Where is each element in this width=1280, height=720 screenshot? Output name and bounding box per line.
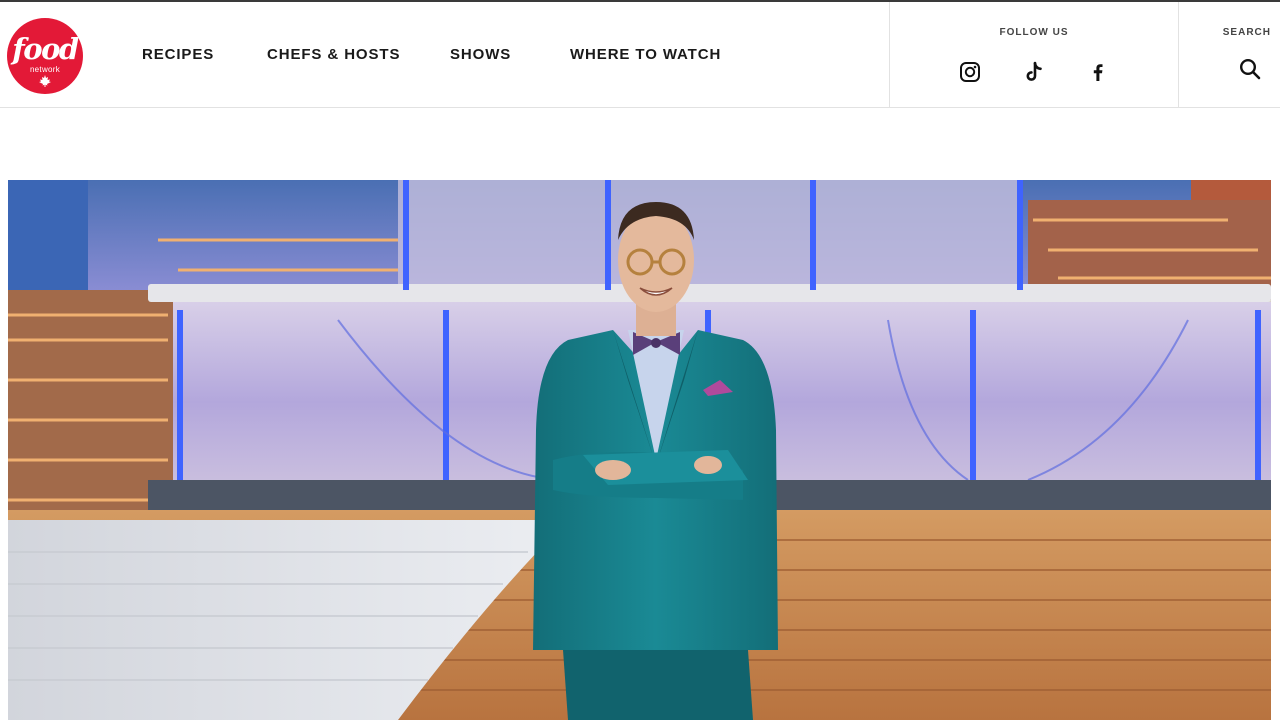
- nav-where-to-watch[interactable]: WHERE TO WATCH: [570, 46, 721, 63]
- tiktok-icon[interactable]: [1023, 61, 1045, 83]
- follow-us-label: FOLLOW US: [999, 27, 1069, 38]
- search-panel[interactable]: SEARCH: [1179, 2, 1280, 108]
- logo-subtext: network: [29, 65, 61, 74]
- logo-wordmark: food: [12, 32, 79, 66]
- nav-chefs-hosts[interactable]: CHEFS & HOSTS: [267, 46, 400, 63]
- search-icon[interactable]: [1238, 57, 1262, 81]
- follow-us-panel: FOLLOW US: [889, 2, 1179, 108]
- food-network-logo[interactable]: food network: [7, 18, 83, 94]
- site-header: food network RECIPES CHEFS & HOSTS SHOWS…: [0, 2, 1280, 108]
- search-label: SEARCH: [1222, 27, 1271, 38]
- nav-recipes[interactable]: RECIPES: [142, 46, 214, 63]
- maple-leaf-icon: [39, 75, 51, 87]
- instagram-icon[interactable]: [959, 61, 981, 83]
- nav-shows[interactable]: SHOWS: [450, 46, 511, 63]
- facebook-icon[interactable]: [1087, 61, 1109, 83]
- hero-illustration: [8, 180, 1271, 720]
- hero-image: [8, 180, 1271, 720]
